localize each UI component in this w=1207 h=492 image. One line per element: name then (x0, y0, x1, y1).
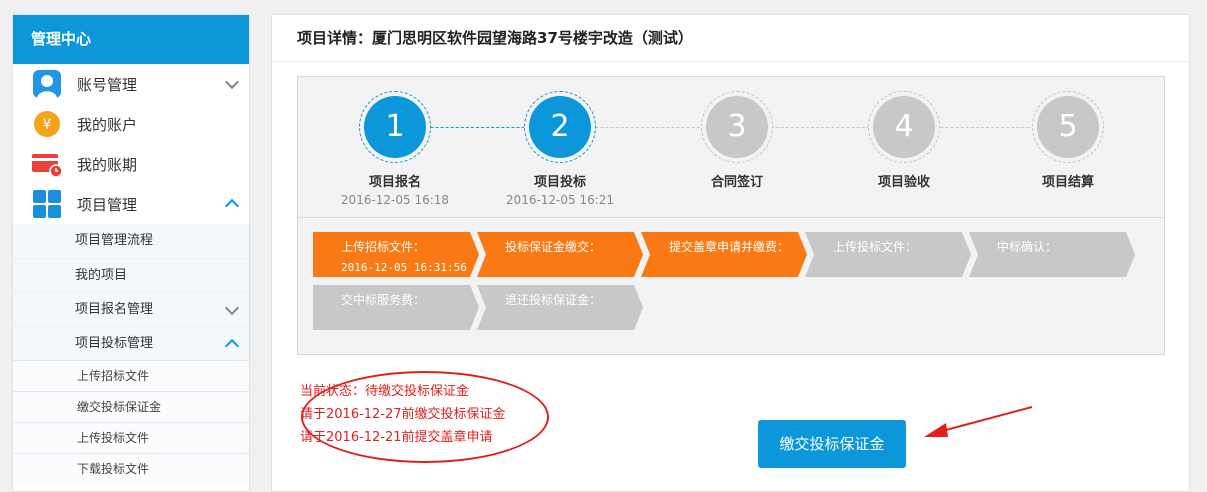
sidebar-item-label: 我的账期 (77, 155, 138, 174)
submenu-item-upload-bid[interactable]: 上传投标文件 (13, 422, 249, 453)
submenu-item-project-flow[interactable]: 项目管理流程 (13, 224, 249, 258)
step-date: 2016-12-05 16:21 (505, 193, 615, 207)
submenu-item-my-projects[interactable]: 我的项目 (13, 258, 249, 292)
flow-step-label: 中标确认： (997, 240, 1058, 254)
billing-card-icon (32, 149, 62, 179)
flow-step-seal-application: 提交盖章申请并缴费： (641, 232, 807, 277)
flow-step-label: 退还投标保证金： (505, 293, 602, 307)
step-4: 4 项目验收 (829, 91, 979, 190)
sidebar-item-project-management[interactable]: 项目管理 (13, 184, 249, 224)
sidebar: 管理中心 账号管理 ¥ 我的账户 我的账期 项目管理 项目管理流程 我的项目 项… (12, 14, 250, 492)
chevron-down-icon (224, 300, 240, 315)
step-2: 2 项目投标 2016-12-05 16:21 (485, 91, 635, 207)
flow-step-label: 上传投标文件： (833, 240, 918, 254)
flow-step-deposit: 投标保证金缴交： (477, 232, 643, 277)
flow-step-refund-deposit: 退还投标保证金： (477, 285, 643, 330)
status-line: 当前状态：待缴交投标保证金 (300, 384, 470, 399)
sidebar-item-label: 项目管理 (77, 195, 138, 214)
step-3: 3 合同签订 (662, 91, 812, 190)
step-number: 5 (1037, 96, 1099, 158)
step-circle: 2 (524, 91, 596, 163)
chevron-up-icon (224, 198, 240, 214)
step-name: 项目结算 (1041, 175, 1094, 190)
step-name: 项目投标 (533, 175, 586, 190)
step-number: 2 (529, 96, 591, 158)
step-date: 2016-12-05 16:18 (340, 193, 450, 207)
step-5: 5 项目结算 (993, 91, 1143, 190)
step-circle: 5 (1032, 91, 1104, 163)
submenu-item-label: 项目投标管理 (75, 336, 154, 351)
grid-icon (32, 189, 62, 219)
sidebar-item-label: 账号管理 (77, 75, 138, 94)
submenu-item-download-bid[interactable]: 下载投标文件 (13, 453, 249, 484)
step-number: 4 (873, 96, 935, 158)
step-number: 3 (706, 96, 768, 158)
yen-coin-icon: ¥ (32, 109, 62, 139)
page-title: 项目详情：厦门思明区软件园望海路37号楼宇改造（测试） (272, 15, 1189, 62)
sidebar-item-my-account[interactable]: ¥ 我的账户 (13, 104, 249, 144)
step-name: 项目验收 (877, 175, 930, 190)
flow-step-upload-bid: 上传投标文件： (805, 232, 971, 277)
chevron-up-icon (224, 338, 240, 353)
sidebar-item-my-billing[interactable]: 我的账期 (13, 144, 249, 184)
sidebar-item-label: 我的账户 (77, 115, 138, 134)
status-line: 请于2016-12-21前提交盖章申请 (300, 430, 493, 445)
flow-step-label: 提交盖章申请并缴费： (669, 240, 790, 254)
step-name: 合同签订 (710, 175, 763, 190)
pay-deposit-button[interactable]: 缴交投标保证金 (758, 420, 906, 468)
step-number: 1 (364, 96, 426, 158)
status-line: 请于2016-12-27前缴交投标保证金 (300, 407, 506, 422)
step-1: 1 项目报名 2016-12-05 16:18 (320, 91, 470, 207)
submenu-item-upload-tender[interactable]: 上传招标文件 (13, 360, 249, 391)
step-circle: 1 (359, 91, 431, 163)
submenu-item-bidding-management[interactable]: 项目投标管理 (13, 326, 249, 360)
step-circle: 4 (868, 91, 940, 163)
task-flow: 上传招标文件： 2016-12-05 16:31:56 投标保证金缴交： 提交盖… (298, 218, 1164, 355)
flow-step-label: 交中标服务费： (341, 293, 426, 307)
step-tracker: 1 项目报名 2016-12-05 16:18 2 项目投标 2016-12-0… (298, 77, 1164, 218)
bidding-submenu: 上传招标文件 缴交投标保证金 上传投标文件 下载投标文件 (13, 360, 249, 484)
flow-step-label: 投标保证金缴交： (505, 240, 602, 254)
user-icon (32, 69, 62, 99)
project-submenu: 项目管理流程 我的项目 项目报名管理 项目投标管理 (13, 224, 249, 360)
main-content: 项目详情：厦门思明区软件园望海路37号楼宇改造（测试） 1 项目报名 2016-… (271, 14, 1190, 492)
svg-text:¥: ¥ (43, 117, 52, 133)
submenu-item-registration-management[interactable]: 项目报名管理 (13, 292, 249, 326)
progress-panel: 1 项目报名 2016-12-05 16:18 2 项目投标 2016-12-0… (297, 76, 1165, 355)
step-name: 项目报名 (368, 175, 421, 190)
flow-step-time: 2016-12-05 16:31:56 (341, 261, 467, 274)
submenu-item-pay-deposit[interactable]: 缴交投标保证金 (13, 391, 249, 422)
chevron-down-icon (224, 74, 240, 90)
sidebar-header: 管理中心 (13, 15, 249, 64)
flow-step-upload-tender: 上传招标文件： 2016-12-05 16:31:56 (313, 232, 479, 277)
step-circle: 3 (701, 91, 773, 163)
flow-step-service-fee: 交中标服务费： (313, 285, 479, 330)
flow-step-label: 上传招标文件： (341, 240, 426, 254)
flow-step-award-confirm: 中标确认： (969, 232, 1135, 277)
status-notice: 当前状态：待缴交投标保证金 请于2016-12-27前缴交投标保证金 请于201… (300, 380, 506, 449)
submenu-item-label: 项目报名管理 (75, 302, 154, 317)
sidebar-item-account-management[interactable]: 账号管理 (13, 64, 249, 104)
arrow-annotation-icon (924, 406, 1033, 437)
